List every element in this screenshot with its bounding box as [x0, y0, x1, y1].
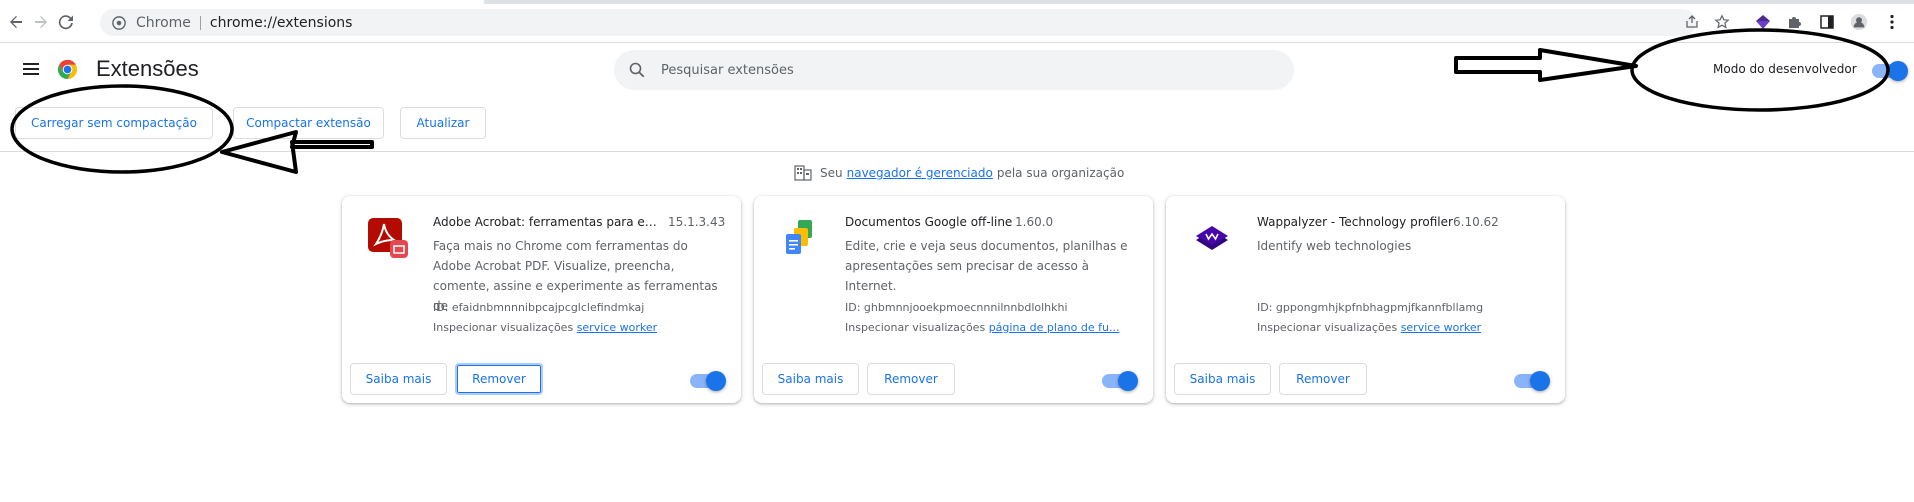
- side-panel-icon[interactable]: [1818, 13, 1836, 31]
- inspect-link[interactable]: service worker: [1401, 321, 1481, 334]
- extension-id: ID: gppongmhjkpfnbhagpmjfkannfbllamg: [1257, 301, 1484, 314]
- extension-version: 1.60.0: [1015, 215, 1054, 229]
- extension-enable-toggle[interactable]: [1514, 371, 1550, 391]
- managed-prefix: Seu: [820, 166, 843, 180]
- search-extensions[interactable]: [614, 50, 1294, 90]
- inspect-views: Inspecionar visualizações página de plan…: [845, 321, 1140, 334]
- tab-strip: [0, 0, 1914, 4]
- back-arrow-icon: [10, 16, 22, 28]
- extension-enable-toggle[interactable]: [1102, 371, 1138, 391]
- inspect-views: Inspecionar visualizações service worker: [1257, 321, 1552, 334]
- inspect-label: Inspecionar visualizações: [433, 321, 574, 334]
- remove-button[interactable]: Remover: [867, 363, 955, 395]
- extension-card: Wappalyzer - Technology profiler 6.10.62…: [1166, 196, 1565, 403]
- extension-description: Identify web technologies: [1257, 239, 1412, 253]
- header-divider: [0, 151, 1914, 152]
- forward-arrow-icon: [35, 16, 47, 28]
- extension-version: 6.10.62: [1453, 215, 1499, 229]
- share-icon[interactable]: [1683, 13, 1701, 31]
- search-input[interactable]: [661, 62, 1261, 78]
- load-unpacked-button[interactable]: Carregar sem compactação: [15, 107, 213, 139]
- dev-mode-label: Modo do desenvolvedor: [1713, 62, 1857, 76]
- site-name: Chrome: [136, 14, 191, 31]
- extensions-header: Extensões Modo do desenvolvedor Carregar…: [0, 43, 1914, 143]
- extension-card: Documentos Google off-line 1.60.0 Edite,…: [754, 196, 1153, 403]
- remove-button[interactable]: Remover: [455, 363, 543, 395]
- adobe-acrobat-icon: [368, 218, 408, 258]
- toggle-knob: [1118, 371, 1138, 391]
- page-title: Extensões: [96, 56, 199, 81]
- learn-more-button[interactable]: Saiba mais: [762, 363, 859, 395]
- learn-more-button[interactable]: Saiba mais: [1174, 363, 1271, 395]
- extension-id: ID: efaidnbmnnnibpcajpcglclefindmkaj: [433, 301, 645, 314]
- inspect-label: Inspecionar visualizações: [845, 321, 986, 334]
- reload-button[interactable]: [55, 11, 77, 33]
- hamburger-menu-icon[interactable]: [21, 59, 41, 79]
- extension-name: Wappalyzer - Technology profiler: [1257, 215, 1453, 229]
- extension-description: Edite, crie e veja seus documentos, plan…: [845, 239, 1128, 293]
- inspect-views: Inspecionar visualizações service worker: [433, 321, 728, 334]
- profile-avatar-icon[interactable]: [1850, 13, 1868, 31]
- pack-extension-button[interactable]: Compactar extensão: [233, 107, 384, 139]
- browser-menu-icon[interactable]: [1883, 13, 1901, 31]
- toggle-knob: [1888, 61, 1908, 81]
- address-bar[interactable]: Chrome chrome://extensions: [100, 9, 1696, 36]
- inspect-link[interactable]: service worker: [577, 321, 657, 334]
- forward-button[interactable]: [30, 11, 52, 33]
- inspect-link[interactable]: página de plano de fu...: [989, 321, 1120, 334]
- extension-pinned-icon[interactable]: [1754, 13, 1772, 31]
- dev-mode-toggle[interactable]: [1872, 61, 1908, 81]
- google-docs-offline-icon: [786, 220, 812, 254]
- managed-notice: Seu navegador é gerenciado pela sua orga…: [794, 165, 1124, 181]
- browser-toolbar: Chrome chrome://extensions: [0, 0, 1914, 42]
- update-button[interactable]: Atualizar: [400, 107, 486, 139]
- url-text[interactable]: chrome://extensions: [210, 15, 353, 31]
- extension-name: Documentos Google off-line: [845, 215, 1013, 229]
- extension-enable-toggle[interactable]: [690, 371, 726, 391]
- building-icon: [794, 165, 812, 181]
- extension-id: ID: ghbmnnjooekpmoecnnnilnnbdlolhkhi: [845, 301, 1068, 314]
- toggle-knob: [706, 371, 726, 391]
- inspect-label: Inspecionar visualizações: [1257, 321, 1398, 334]
- extension-card: Adobe Acrobat: ferramentas para edit... …: [342, 196, 741, 403]
- chrome-site-icon: [112, 15, 126, 30]
- extension-version: 15.1.3.43: [668, 215, 726, 229]
- learn-more-button[interactable]: Saiba mais: [350, 363, 447, 395]
- toggle-knob: [1530, 371, 1550, 391]
- reload-icon: [58, 15, 73, 30]
- active-tab[interactable]: [0, 0, 484, 4]
- extensions-puzzle-icon[interactable]: [1785, 13, 1803, 31]
- managed-link[interactable]: navegador é gerenciado: [847, 166, 993, 180]
- address-separator: [199, 15, 201, 30]
- bookmark-star-icon[interactable]: [1713, 13, 1731, 31]
- chrome-logo-icon: [57, 59, 78, 80]
- back-button[interactable]: [5, 11, 27, 33]
- managed-suffix: pela sua organização: [996, 166, 1125, 180]
- remove-button[interactable]: Remover: [1279, 363, 1367, 395]
- search-icon: [629, 62, 645, 78]
- extension-name: Adobe Acrobat: ferramentas para edit...: [433, 215, 661, 229]
- wappalyzer-icon: [1196, 226, 1228, 250]
